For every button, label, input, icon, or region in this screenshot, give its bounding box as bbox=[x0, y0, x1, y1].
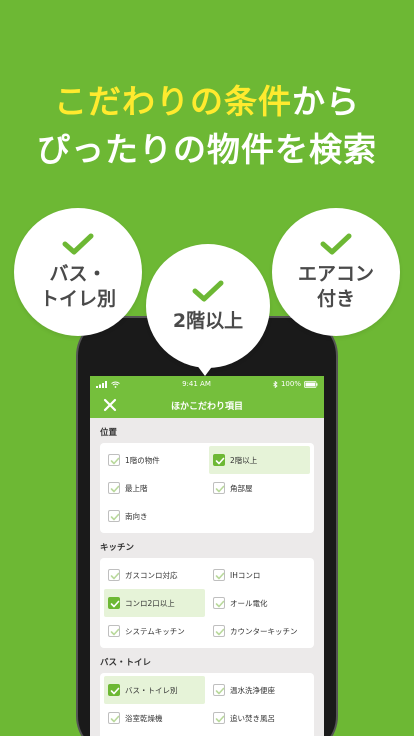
headline-line-1-rest: から bbox=[292, 82, 360, 121]
checkbox[interactable] bbox=[213, 569, 225, 581]
filter-option[interactable]: 1階の物件 bbox=[104, 446, 205, 474]
filter-option[interactable]: 南向き bbox=[104, 502, 205, 530]
checkbox[interactable] bbox=[213, 625, 225, 637]
option-label: 2階以上 bbox=[230, 455, 258, 465]
nav-title: ほかこだわり項目 bbox=[170, 401, 243, 412]
bubble-label: バス・ トイレ別 bbox=[39, 263, 116, 310]
checkmark-icon bbox=[215, 572, 225, 580]
promo-headline: こだわりの条件から ぴったりの物件を検索 bbox=[0, 78, 414, 174]
checkmark-icon bbox=[215, 485, 225, 493]
check-icon bbox=[320, 233, 352, 255]
filter-option[interactable]: IHコンロ bbox=[209, 561, 310, 589]
check-icon bbox=[192, 280, 224, 301]
checkmark-icon bbox=[110, 513, 120, 521]
option-card: バス・トイレ別 温水洗浄便座浴室乾燥機 追い焚き風呂シャワールーム bbox=[100, 673, 314, 736]
bubble-label: エアコン 付き bbox=[297, 263, 374, 310]
checkbox[interactable] bbox=[213, 712, 225, 724]
phone-screen: 9:41 AM 100% ほかこだわり項目 位置 1階の物件 2階以上最上階 角部屋南… bbox=[90, 376, 324, 736]
checkbox[interactable] bbox=[213, 482, 225, 494]
filter-option[interactable]: シャワールーム bbox=[104, 732, 205, 736]
option-label: 浴室乾燥機 bbox=[125, 713, 163, 723]
filter-option[interactable]: 追い焚き風呂 bbox=[209, 704, 310, 732]
option-label: IHコンロ bbox=[230, 570, 261, 580]
status-bar: 9:41 AM 100% bbox=[90, 376, 324, 392]
section-title: 位置 bbox=[100, 428, 118, 438]
option-label: 最上階 bbox=[125, 483, 148, 493]
checkmark-icon bbox=[110, 457, 120, 465]
option-card: ガスコンロ対応 IHコンロコンロ2口以上 オール電化システムキッチン カウンターキッチ… bbox=[100, 558, 314, 648]
option-label: 1階の物件 bbox=[125, 455, 160, 465]
bubble-pointer bbox=[196, 364, 214, 376]
checkbox[interactable] bbox=[108, 597, 120, 609]
checkmark-icon bbox=[110, 628, 120, 636]
checkbox[interactable] bbox=[108, 510, 120, 522]
filter-option[interactable]: 最上階 bbox=[104, 474, 205, 502]
option-card: 1階の物件 2階以上最上階 角部屋南向き bbox=[100, 443, 314, 533]
checkbox[interactable] bbox=[108, 482, 120, 494]
status-time: 9:41 AM bbox=[182, 380, 211, 388]
checkbox[interactable] bbox=[108, 454, 120, 466]
checkbox[interactable] bbox=[213, 597, 225, 609]
checkmark-icon bbox=[215, 687, 225, 695]
checkmark-icon bbox=[215, 715, 225, 723]
headline-line-2: ぴったりの物件を検索 bbox=[37, 130, 377, 169]
filter-option[interactable]: 2階以上 bbox=[209, 446, 310, 474]
checkbox[interactable] bbox=[213, 454, 225, 466]
option-label: システムキッチン bbox=[125, 626, 185, 636]
signal-icon bbox=[96, 380, 107, 388]
filter-option[interactable]: コンロ2口以上 bbox=[104, 589, 205, 617]
bubble-label: 2階以上 bbox=[172, 309, 244, 332]
checkbox[interactable] bbox=[213, 684, 225, 696]
option-label: ガスコンロ対応 bbox=[125, 570, 178, 580]
bluetooth-icon bbox=[273, 380, 278, 388]
filter-option[interactable]: バス・トイレ別 bbox=[104, 676, 205, 704]
section-title: キッチン bbox=[100, 543, 135, 553]
option-label: 温水洗浄便座 bbox=[230, 685, 275, 695]
checkbox[interactable] bbox=[108, 712, 120, 724]
battery-icon bbox=[304, 380, 318, 388]
checkmark-icon bbox=[110, 600, 120, 608]
checkmark-icon bbox=[110, 485, 120, 493]
bubble-bath-toilet: バス・ トイレ別 bbox=[14, 208, 142, 336]
checkbox[interactable] bbox=[108, 625, 120, 637]
section-title: バス・トイレ bbox=[100, 658, 152, 668]
filter-option[interactable]: カウンターキッチン bbox=[209, 617, 310, 645]
battery-percent: 100% bbox=[280, 380, 301, 388]
filter-option[interactable]: 角部屋 bbox=[209, 474, 310, 502]
filter-option[interactable]: 浴室乾燥機 bbox=[104, 704, 205, 732]
bubble-aircon: エアコン 付き bbox=[272, 208, 400, 336]
filter-option[interactable]: オール電化 bbox=[209, 589, 310, 617]
option-label: 追い焚き風呂 bbox=[230, 713, 275, 723]
wifi-icon bbox=[111, 381, 120, 388]
checkbox[interactable] bbox=[108, 684, 120, 696]
nav-bar: ほかこだわり項目 bbox=[90, 392, 324, 418]
option-label: 角部屋 bbox=[230, 483, 253, 493]
filter-sections: 位置 1階の物件 2階以上最上階 角部屋南向きキッチンガスコンロ対応 IHコンロコンロ2… bbox=[90, 418, 324, 736]
filter-option[interactable]: 温水洗浄便座 bbox=[209, 676, 310, 704]
filter-option[interactable]: システムキッチン bbox=[104, 617, 205, 645]
option-label: カウンターキッチン bbox=[230, 626, 298, 636]
filter-option[interactable]: ガスコンロ対応 bbox=[104, 561, 205, 589]
checkmark-icon bbox=[215, 457, 225, 465]
headline-highlight: こだわりの条件 bbox=[54, 82, 292, 121]
checkmark-icon bbox=[215, 628, 225, 636]
checkmark-icon bbox=[110, 715, 120, 723]
checkmark-icon bbox=[215, 600, 225, 608]
checkmark-icon bbox=[110, 572, 120, 580]
bubble-second-floor: 2階以上 bbox=[146, 244, 270, 368]
option-label: コンロ2口以上 bbox=[125, 598, 175, 608]
option-label: オール電化 bbox=[230, 598, 268, 608]
checkmark-icon bbox=[110, 687, 120, 695]
option-label: バス・トイレ別 bbox=[125, 685, 178, 695]
check-icon bbox=[62, 233, 94, 255]
close-icon[interactable] bbox=[102, 397, 118, 413]
headline-line-1: こだわりの条件から bbox=[0, 78, 414, 126]
option-label: 南向き bbox=[125, 511, 148, 521]
checkbox[interactable] bbox=[108, 569, 120, 581]
